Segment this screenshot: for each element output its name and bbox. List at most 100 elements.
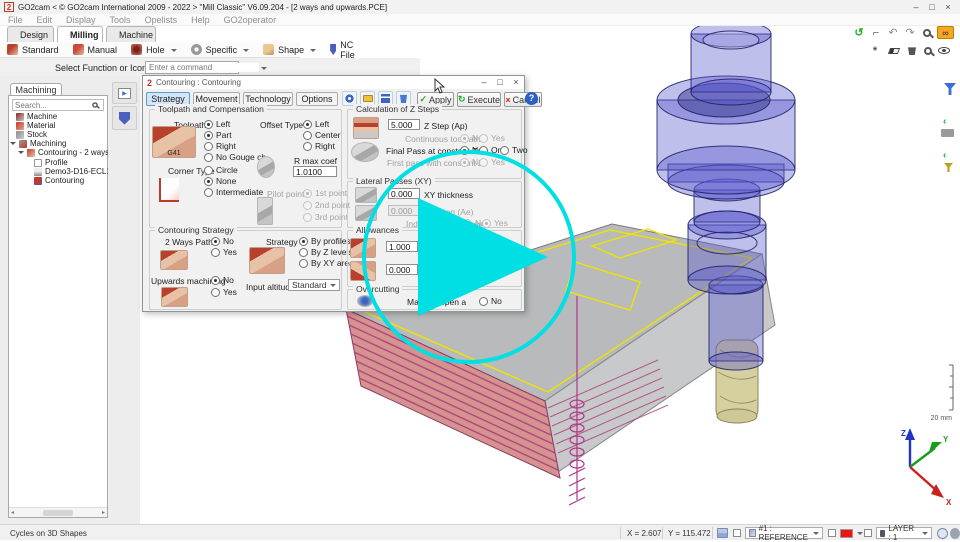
- tree-item-stock[interactable]: Stock: [16, 130, 47, 139]
- menu-go2operator[interactable]: GO2operator: [224, 15, 277, 25]
- panel-handle-tools[interactable]: ‹: [943, 116, 946, 127]
- radio-continuous-yes[interactable]: Yes: [479, 133, 505, 143]
- radio-toolpath-left[interactable]: Left: [204, 119, 230, 129]
- spray-icon[interactable]: *: [868, 44, 882, 57]
- standard-button[interactable]: Standard: [0, 42, 66, 57]
- search-input[interactable]: [13, 101, 91, 110]
- color-checkbox[interactable]: [828, 529, 836, 537]
- reference-select[interactable]: #1 : REFERENCE: [745, 527, 823, 539]
- tab-machine[interactable]: Machine: [106, 26, 156, 42]
- tree-hscrollbar[interactable]: ◂ ▸: [9, 507, 107, 517]
- radio-pilot-2nd[interactable]: 2nd point: [303, 200, 350, 210]
- reference-checkbox[interactable]: [733, 529, 741, 537]
- layer-select[interactable]: LAYER : 1: [876, 527, 932, 539]
- help-circle[interactable]: ?: [525, 92, 538, 105]
- tab-design[interactable]: Design: [7, 26, 54, 42]
- minimize-button[interactable]: –: [908, 2, 924, 13]
- tree-item-machining[interactable]: Machining: [10, 139, 66, 148]
- radio-offset-center[interactable]: Center: [303, 130, 341, 140]
- status-help-icon[interactable]: [950, 528, 960, 539]
- zoom-icon[interactable]: [920, 26, 934, 39]
- menu-opelists[interactable]: Opelists: [145, 15, 178, 25]
- dialog-minimize-button[interactable]: –: [476, 77, 492, 88]
- maximize-button[interactable]: □: [924, 2, 940, 13]
- radio-corner-none[interactable]: None: [204, 176, 236, 186]
- snap-grid-icon[interactable]: [717, 528, 728, 538]
- menu-help[interactable]: Help: [191, 15, 210, 25]
- visibility-icon[interactable]: [937, 44, 951, 57]
- dialog-title-bar[interactable]: 2 Contouring : Contouring – □ ×: [143, 76, 524, 89]
- radio-upwards-no[interactable]: No: [211, 275, 234, 285]
- radio-toolpath-part[interactable]: Part: [204, 130, 232, 140]
- radio-twoways-yes[interactable]: Yes: [211, 247, 237, 257]
- undo-icon[interactable]: ↶: [886, 26, 900, 39]
- play-triangle-icon[interactable]: [418, 198, 548, 316]
- specific-dropdown-icon[interactable]: [243, 49, 249, 55]
- nc-strip-button[interactable]: [112, 106, 137, 130]
- radio-offset-right[interactable]: Right: [303, 141, 335, 151]
- simulation-strip-button[interactable]: ▶: [112, 82, 137, 104]
- menu-tools[interactable]: Tools: [110, 15, 131, 25]
- input-altitude-select[interactable]: Standard: [288, 279, 340, 291]
- radio-corner-circle[interactable]: Circle: [204, 165, 238, 175]
- color-dropdown-icon[interactable]: [857, 532, 863, 538]
- rmax-field[interactable]: 1.0100: [293, 166, 337, 177]
- dialog-maximize-button[interactable]: □: [492, 77, 508, 88]
- radio-strategy-zlevels[interactable]: By Z levels: [299, 247, 353, 257]
- radio-offset-left[interactable]: Left: [303, 119, 329, 129]
- radio-twoways-no[interactable]: No: [211, 236, 234, 246]
- execute-button[interactable]: ↻Execute: [457, 92, 501, 107]
- menu-display[interactable]: Display: [66, 15, 96, 25]
- layer-dropdown-icon[interactable]: [922, 532, 928, 538]
- tree-item-contouring-group[interactable]: Contouring - 2 ways and up: [18, 148, 108, 157]
- video-play-overlay[interactable]: [355, 145, 585, 370]
- radio-pilot-3rd[interactable]: 3rd point: [303, 212, 348, 222]
- color-swatch[interactable]: [840, 529, 853, 538]
- tree-item-tool[interactable]: Demo3-D16-ECL160B56: [34, 167, 108, 176]
- radio-strategy-profiles[interactable]: By profiles: [299, 236, 351, 246]
- zoom-window-icon[interactable]: [937, 528, 948, 539]
- radio-toolpath-right[interactable]: Right: [204, 141, 236, 151]
- tab-options[interactable]: Options: [296, 92, 338, 106]
- hole-dropdown-icon[interactable]: [171, 49, 177, 55]
- shape-button[interactable]: Shape: [256, 42, 323, 57]
- radio-pilot-1st[interactable]: 1st point: [303, 188, 347, 198]
- expand-icon[interactable]: [10, 142, 16, 148]
- radio-upwards-yes[interactable]: Yes: [211, 287, 237, 297]
- hole-button[interactable]: Hole: [124, 42, 184, 57]
- altitude-dropdown-icon[interactable]: [330, 284, 336, 290]
- scroll-thumb[interactable]: [43, 510, 73, 516]
- command-combobox[interactable]: [145, 61, 239, 74]
- eraser-icon[interactable]: [887, 44, 901, 57]
- tab-milling[interactable]: Milling: [57, 26, 103, 42]
- close-button[interactable]: ×: [940, 2, 956, 13]
- tree-item-material[interactable]: Material: [16, 121, 55, 130]
- menu-file[interactable]: File: [8, 15, 23, 25]
- panel-handle-filter[interactable]: ‹: [943, 150, 946, 161]
- tree-item-profile[interactable]: Profile: [34, 158, 68, 167]
- search-box[interactable]: [12, 99, 104, 111]
- nc-file-button[interactable]: NC File: [323, 42, 366, 57]
- expand-icon[interactable]: [18, 151, 24, 157]
- dialog-close-button[interactable]: ×: [508, 77, 524, 88]
- measure-icon[interactable]: ⌐: [869, 26, 883, 39]
- reference-dropdown-icon[interactable]: [813, 532, 819, 538]
- specific-button[interactable]: Specific: [184, 42, 257, 57]
- manual-button[interactable]: Manual: [66, 42, 125, 57]
- tree-item-machine[interactable]: Machine: [16, 112, 57, 121]
- command-input[interactable]: [146, 63, 259, 72]
- command-dropdown-icon[interactable]: [261, 67, 267, 73]
- layer-checkbox[interactable]: [864, 529, 872, 537]
- redo-icon[interactable]: ↷: [903, 26, 917, 39]
- tree-item-contouring-op[interactable]: Contouring: [34, 176, 84, 185]
- view-glasses-icon[interactable]: ∞: [937, 26, 954, 39]
- radio-corner-intermediate[interactable]: Intermediate: [204, 187, 263, 197]
- menu-edit[interactable]: Edit: [37, 15, 53, 25]
- scroll-left-icon[interactable]: ◂: [9, 509, 14, 516]
- regenerate-icon[interactable]: ↺: [852, 26, 866, 39]
- shape-dropdown-icon[interactable]: [310, 49, 316, 55]
- z-step-field[interactable]: 5.000: [388, 119, 420, 130]
- scroll-right-icon[interactable]: ▸: [102, 509, 107, 516]
- zoom-in-icon[interactable]: [921, 44, 935, 57]
- delete-toolpath-icon[interactable]: [905, 44, 919, 57]
